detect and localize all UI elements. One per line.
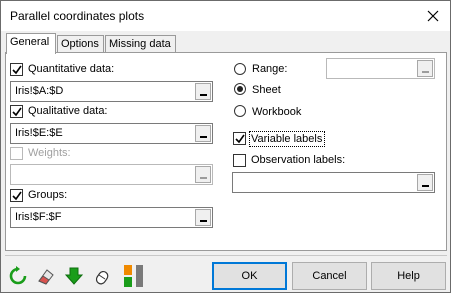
close-icon bbox=[427, 10, 439, 22]
reset-button[interactable] bbox=[5, 263, 31, 289]
check-icon bbox=[12, 65, 22, 75]
tab-options-label: Options bbox=[61, 38, 99, 50]
range-radio-label: Range: bbox=[252, 63, 288, 75]
quantitative-range-value: Iris!$A:$D bbox=[15, 85, 64, 97]
check-icon bbox=[235, 134, 245, 144]
quantitative-checkbox[interactable] bbox=[10, 63, 23, 76]
output-range-field[interactable] bbox=[326, 58, 435, 79]
groups-label: Groups: bbox=[28, 189, 68, 201]
cancel-button-label: Cancel bbox=[312, 270, 347, 282]
range-picker-icon bbox=[200, 94, 207, 96]
ok-button-label: OK bbox=[241, 270, 258, 282]
radio-selected-dot bbox=[237, 86, 243, 92]
title-bar: Parallel coordinates plots bbox=[1, 1, 450, 31]
quantitative-range-field[interactable]: Iris!$A:$D bbox=[10, 81, 213, 102]
window-title: Parallel coordinates plots bbox=[10, 9, 145, 23]
check-icon bbox=[12, 191, 22, 201]
cancel-button[interactable]: Cancel bbox=[292, 262, 367, 290]
quantitative-range-picker-button[interactable] bbox=[195, 83, 211, 100]
groups-range-field[interactable]: Iris!$F:$F bbox=[10, 207, 213, 228]
tab-general[interactable]: General bbox=[6, 33, 56, 54]
layout-toggle-button[interactable] bbox=[119, 263, 149, 289]
variable-labels-label: Variable labels bbox=[251, 133, 323, 145]
range-picker-icon bbox=[200, 220, 207, 222]
qualitative-range-picker-button[interactable] bbox=[195, 125, 211, 142]
workbook-radio-label: Workbook bbox=[252, 106, 302, 118]
quantitative-label: Quantitative data: bbox=[28, 63, 115, 75]
dialog-window: Parallel coordinates plots General Optio… bbox=[0, 0, 451, 293]
tab-general-label: General bbox=[10, 36, 50, 48]
range-picker-icon bbox=[200, 136, 207, 138]
help-button[interactable]: Help bbox=[371, 262, 446, 290]
range-picker-icon bbox=[422, 71, 429, 73]
check-icon bbox=[12, 107, 22, 117]
general-panel: Quantitative data: Iris!$A:$D Qualitativ… bbox=[5, 52, 447, 251]
move-down-button[interactable] bbox=[61, 263, 87, 289]
close-button[interactable] bbox=[417, 3, 449, 29]
groups-range-picker-button[interactable] bbox=[195, 209, 211, 226]
clear-button[interactable] bbox=[33, 263, 59, 289]
mouse-select-button[interactable] bbox=[89, 263, 115, 289]
mouse-icon bbox=[95, 270, 109, 285]
qualitative-range-value: Iris!$E:$E bbox=[15, 127, 63, 139]
groups-checkbox[interactable] bbox=[10, 189, 23, 202]
help-button-label: Help bbox=[397, 270, 420, 282]
observation-labels-label: Observation labels: bbox=[251, 154, 346, 166]
footer-separator bbox=[5, 255, 447, 256]
reset-icon bbox=[9, 266, 27, 285]
ok-button[interactable]: OK bbox=[212, 262, 287, 290]
weights-checkbox[interactable] bbox=[10, 147, 23, 160]
qualitative-checkbox[interactable] bbox=[10, 105, 23, 118]
observation-labels-range-picker-button[interactable] bbox=[417, 174, 433, 191]
workbook-radio[interactable] bbox=[234, 105, 246, 117]
range-picker-icon bbox=[200, 177, 207, 179]
groups-range-value: Iris!$F:$F bbox=[15, 211, 62, 223]
eraser-icon bbox=[38, 269, 54, 285]
range-radio[interactable] bbox=[234, 63, 246, 75]
qualitative-label: Qualitative data: bbox=[28, 105, 108, 117]
observation-labels-range-field[interactable] bbox=[232, 172, 435, 193]
output-range-picker-button[interactable] bbox=[417, 60, 433, 77]
sheet-radio[interactable] bbox=[234, 83, 246, 95]
weights-range-picker-button[interactable] bbox=[195, 166, 211, 183]
observation-labels-checkbox[interactable] bbox=[233, 154, 246, 167]
down-arrow-icon bbox=[64, 267, 84, 285]
variable-labels-checkbox[interactable] bbox=[233, 132, 246, 145]
qualitative-range-field[interactable]: Iris!$E:$E bbox=[10, 123, 213, 144]
weights-label: Weights: bbox=[28, 147, 71, 159]
weights-range-field[interactable] bbox=[10, 164, 213, 185]
layout-toggle-icon bbox=[124, 265, 143, 287]
range-picker-icon bbox=[422, 185, 429, 187]
tab-missing-data-label: Missing data bbox=[109, 38, 171, 50]
sheet-radio-label: Sheet bbox=[252, 84, 281, 96]
